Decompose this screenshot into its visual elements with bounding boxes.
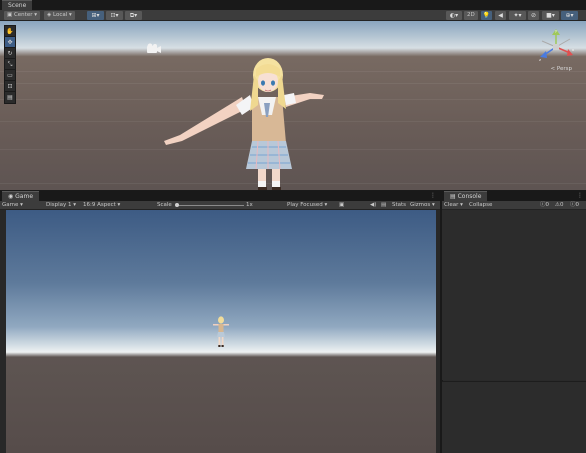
custom-tool-icon[interactable]: ▤ <box>5 92 15 103</box>
stats-button[interactable]: Stats <box>392 201 406 210</box>
chevron-down-icon: ▾ <box>115 202 121 208</box>
svg-text:z: z <box>539 58 541 62</box>
audio-icon[interactable]: ◀ <box>495 11 506 20</box>
tool-palette: ✋ ✥ ↻ ⤡ ▭ ⊡ ▤ <box>4 25 16 104</box>
transform-tool-icon[interactable]: ⊡ <box>5 81 15 92</box>
scene-toolbar: ▣ Center ▾ ◈ Local ▾ ⊞▾ ⊡▾ ⧉▾ ◐▾ 2D 💡 ◀ … <box>0 10 586 21</box>
console-tabbar: ▤ Console ⋮ <box>442 191 586 201</box>
snap-settings-icon[interactable]: ⧉▾ <box>125 11 142 20</box>
error-filter-toggle[interactable]: ⓘ0 <box>540 201 549 210</box>
svg-text:x: x <box>572 48 574 52</box>
scale-tool-icon[interactable]: ⤡ <box>5 59 15 70</box>
rotate-tool-icon[interactable]: ↻ <box>5 48 15 59</box>
console-icon: ▤ <box>450 193 458 200</box>
draw-mode-icon[interactable]: ◐▾ <box>446 11 462 20</box>
console-detail-area[interactable] <box>442 381 586 453</box>
tab-console[interactable]: ▤ Console <box>444 191 488 201</box>
collapse-button[interactable]: Collapse <box>469 201 492 210</box>
display-dropdown[interactable]: Display 1 ▾ <box>46 201 76 210</box>
kebab-menu-icon[interactable]: ⋮ <box>577 192 583 199</box>
character-model-small <box>213 316 229 347</box>
chevron-down-icon: ▾ <box>322 202 328 208</box>
gizmos-dropdown[interactable]: Gizmos ▾ <box>410 201 435 210</box>
mute-audio-icon[interactable]: ◀) <box>370 201 376 210</box>
chevron-down-icon: ▾ <box>458 202 463 208</box>
toggle-2d-button[interactable]: 2D <box>464 11 478 20</box>
character-model[interactable] <box>160 35 330 190</box>
view-type-dropdown[interactable]: Game ▾ <box>2 201 23 210</box>
warning-filter-toggle[interactable]: ⚠0 <box>555 201 563 210</box>
chevron-down-icon: ▾ <box>430 202 435 208</box>
game-viewport[interactable] <box>6 210 436 453</box>
console-toolbar: Clear ▾ Collapse ⓘ0 ⚠0 ⓘ0 <box>442 201 586 210</box>
scene-tabbar: Scene <box>0 0 586 10</box>
game-tabbar: ◉ Game ⋮ <box>0 191 440 201</box>
play-mode-dropdown[interactable]: Play Focused ▾ <box>287 201 327 210</box>
svg-text:y: y <box>555 29 557 33</box>
projection-toggle[interactable]: < Persp <box>551 66 572 72</box>
console-log-list[interactable] <box>442 210 586 380</box>
kebab-menu-icon[interactable]: ⋮ <box>430 192 436 199</box>
tab-scene[interactable]: Scene <box>2 0 33 10</box>
effects-icon[interactable]: ✦▾ <box>509 11 526 20</box>
chevron-down-icon: ▾ <box>71 202 77 208</box>
scale-slider[interactable] <box>175 203 244 207</box>
move-tool-icon[interactable]: ✥ <box>5 37 15 48</box>
space-dropdown[interactable]: ◈ Local ▾ <box>44 11 75 20</box>
hidden-objects-icon[interactable]: ⊘ <box>528 11 539 20</box>
rect-tool-icon[interactable]: ▭ <box>5 70 15 81</box>
pivot-dropdown[interactable]: ▣ Center ▾ <box>4 11 40 20</box>
aspect-dropdown[interactable]: 16:9 Aspect ▾ <box>83 201 120 210</box>
log-filter-toggle[interactable]: ⓘ0 <box>570 201 579 210</box>
scene-viewport[interactable]: ✋ ✥ ↻ ⤡ ▭ ⊡ ▤ y x z < Persp <box>0 21 586 190</box>
scale-label: Scale <box>157 202 172 208</box>
clear-button[interactable]: Clear ▾ <box>444 201 463 210</box>
gizmos-toggle-icon[interactable]: ⊕▾ <box>561 11 578 20</box>
increment-snap-icon[interactable]: ⊡▾ <box>106 11 123 20</box>
frame-debugger-icon[interactable]: ▣ <box>339 201 344 210</box>
scale-value: 1x <box>246 202 253 208</box>
camera-settings-icon[interactable]: ■▾ <box>542 11 559 20</box>
grid-snap-icon[interactable]: ⊞▾ <box>87 11 104 20</box>
chevron-down-icon: ▾ <box>18 202 23 208</box>
chevron-down-icon: ▾ <box>32 12 37 18</box>
hand-tool-icon[interactable]: ✋ <box>5 26 15 37</box>
vsync-icon[interactable]: ▤ <box>381 201 386 210</box>
game-toolbar: Game ▾ Display 1 ▾ 16:9 Aspect ▾ Scale 1… <box>0 201 440 210</box>
scale-slider-thumb[interactable] <box>175 203 179 207</box>
tab-game[interactable]: ◉ Game <box>2 191 40 201</box>
lighting-icon[interactable]: 💡 <box>481 11 492 20</box>
pivot-icon: ▣ <box>7 12 14 18</box>
chevron-down-icon: ▾ <box>67 12 72 18</box>
